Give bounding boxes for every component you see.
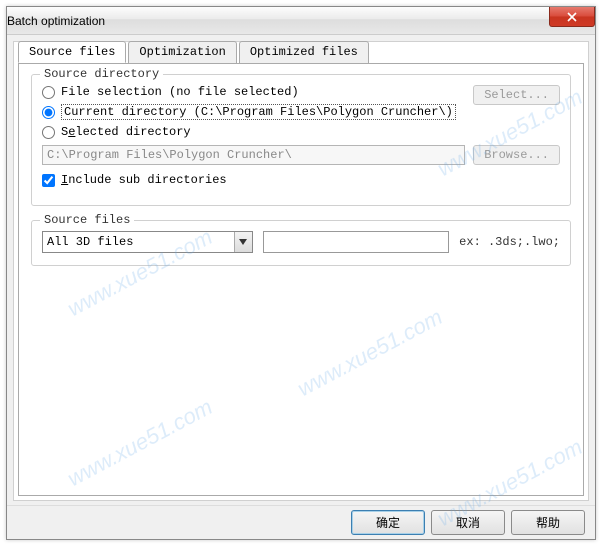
radio-file-selection[interactable] [42,86,55,99]
select-button: Select... [473,85,560,105]
group-legend-source-files: Source files [40,213,134,227]
tab-optimization[interactable]: Optimization [128,41,236,63]
cancel-button[interactable]: 取消 [431,510,505,535]
directory-path-input[interactable] [42,145,465,165]
close-button[interactable] [549,7,595,27]
radio-selected-directory[interactable] [42,126,55,139]
filetype-combo-value: All 3D files [47,235,133,249]
filetype-combo[interactable]: All 3D files [42,231,253,253]
browse-button: Browse... [473,145,560,165]
help-button[interactable]: 帮助 [511,510,585,535]
group-source-files: Source files All 3D files ex: .3ds;.lwo; [31,220,571,266]
tab-source-files[interactable]: Source files [18,41,126,63]
ok-button[interactable]: 确定 [351,510,425,535]
close-icon [567,12,577,22]
file-pattern-input[interactable] [263,231,449,253]
group-source-directory: Source directory File selection (no file… [31,74,571,206]
radio-file-selection-label[interactable]: File selection (no file selected) [61,85,299,99]
chevron-down-icon [234,232,252,252]
radio-current-directory-label[interactable]: Current directory (C:\Program Files\Poly… [61,105,456,119]
window-title: Batch optimization [7,14,105,28]
tab-panel-source-files: Source directory File selection (no file… [18,63,584,496]
radio-selected-directory-label[interactable]: Selected directory [61,125,191,139]
dialog-footer: 确定 取消 帮助 [7,505,595,539]
tab-optimized-files[interactable]: Optimized files [239,41,369,63]
content-area: Source files Optimization Optimized file… [13,41,589,501]
group-legend-source-directory: Source directory [40,67,163,81]
radio-current-directory[interactable] [42,106,55,119]
titlebar: Batch optimization [7,7,595,35]
tabstrip: Source files Optimization Optimized file… [14,41,588,63]
include-subdirs-label[interactable]: Include sub directories [61,173,227,187]
include-subdirs-checkbox[interactable] [42,174,55,187]
dialog-window: Batch optimization Source files Optimiza… [6,6,596,540]
pattern-example-label: ex: .3ds;.lwo; [459,235,560,249]
